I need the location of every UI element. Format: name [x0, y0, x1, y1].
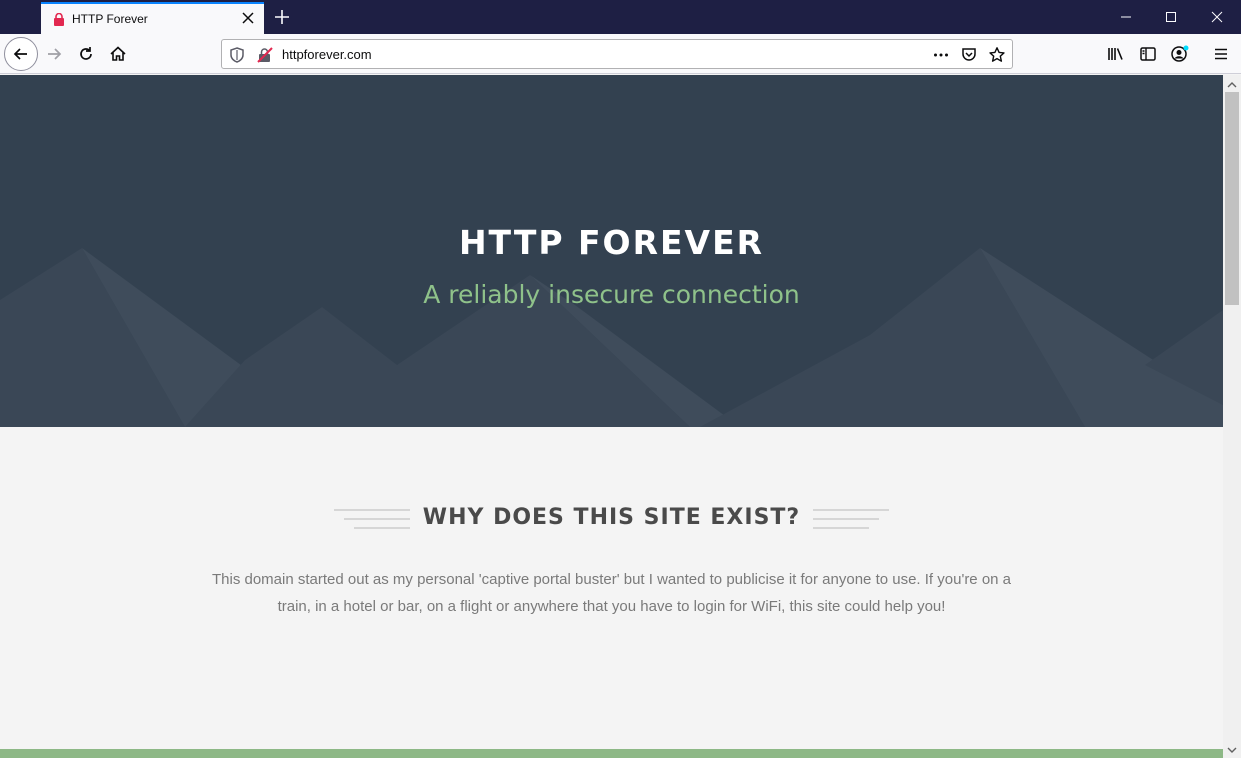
reload-button[interactable] [70, 38, 102, 70]
shield-icon[interactable] [228, 46, 246, 64]
window-close-icon[interactable] [1208, 8, 1226, 26]
hamburger-menu-icon [1215, 48, 1227, 60]
minimize-icon[interactable] [1117, 8, 1135, 26]
more-icon[interactable] [932, 46, 950, 64]
forward-button[interactable] [38, 38, 70, 70]
title-bar: HTTP Forever [0, 0, 1241, 34]
back-arrow-icon [13, 48, 27, 60]
scroll-down-arrow-icon[interactable] [1223, 742, 1241, 758]
library-button[interactable] [1100, 38, 1132, 70]
url-bar[interactable]: httpforever.com [221, 39, 1013, 69]
section-body: This domain started out as my personal '… [211, 571, 1012, 615]
home-button[interactable] [102, 38, 134, 70]
maximize-icon[interactable] [1162, 8, 1180, 26]
heading-right-decoration [813, 509, 889, 529]
hero-banner: HTTP FOREVER A reliably insecure connect… [0, 75, 1223, 427]
scroll-up-arrow-icon[interactable] [1223, 77, 1241, 93]
sidebar-button[interactable] [1132, 38, 1164, 70]
library-icon [1108, 48, 1123, 60]
account-button[interactable] [1164, 38, 1196, 70]
section-heading: WHY DOES THIS SITE EXIST? [422, 505, 801, 530]
site-subtitle: A reliably insecure connection [423, 280, 800, 309]
lock-icon [54, 13, 64, 26]
account-icon [1171, 45, 1189, 62]
new-tab-icon[interactable] [272, 7, 292, 27]
reload-icon [80, 47, 92, 60]
site-title: HTTP FOREVER [458, 223, 765, 262]
close-tab-icon[interactable] [240, 10, 256, 26]
insecure-lock-icon[interactable] [256, 46, 274, 64]
scrollbar-thumb[interactable] [1225, 92, 1239, 305]
navigation-toolbar: httpforever.com [0, 34, 1241, 74]
home-icon [110, 46, 126, 61]
sidebar-icon [1140, 47, 1156, 61]
menu-button[interactable] [1205, 38, 1237, 70]
back-button[interactable] [4, 37, 38, 71]
pocket-icon[interactable] [960, 46, 978, 64]
tab-title: HTTP Forever [72, 12, 148, 26]
url-text[interactable]: httpforever.com [282, 47, 372, 62]
star-icon[interactable] [988, 46, 1006, 64]
forward-arrow-icon [48, 48, 62, 60]
browser-tab[interactable]: HTTP Forever [41, 2, 264, 34]
footer-accent-bar [0, 749, 1223, 758]
